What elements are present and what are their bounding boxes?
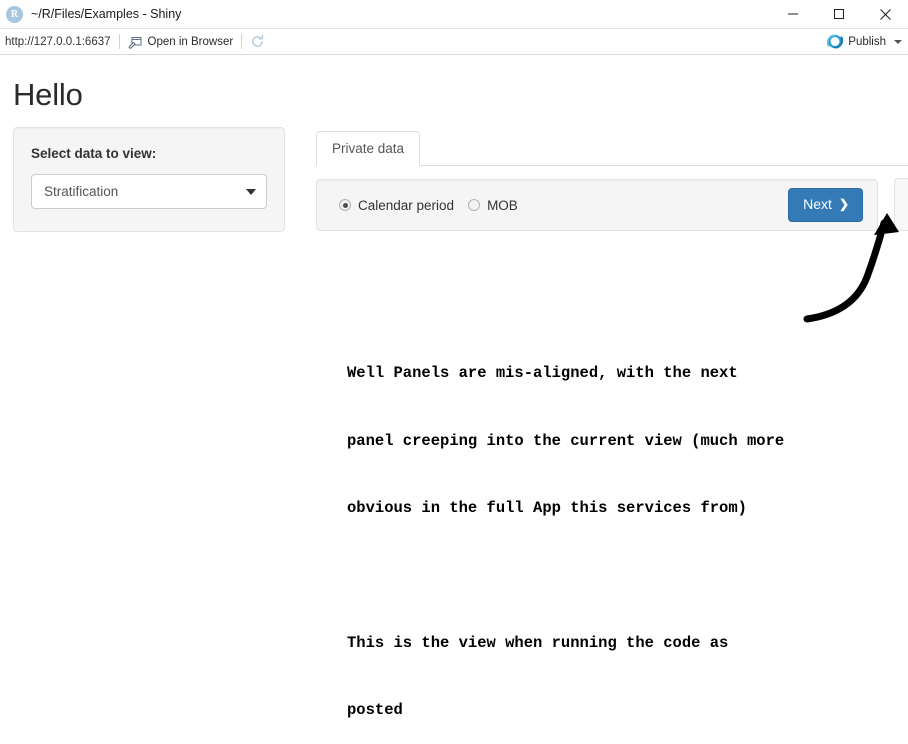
radio-mob-dot[interactable] <box>468 199 481 211</box>
chevron-right-icon: ❯ <box>838 197 849 212</box>
select-data-value: Stratification <box>44 184 119 199</box>
refresh-icon <box>252 34 264 47</box>
window-titlebar: R ~/R/Files/Examples - Shiny <box>0 0 908 29</box>
open-in-browser-label: Open in Browser <box>147 35 234 48</box>
main-panel: Private data Calendar period MOB Next ❯ <box>316 127 908 231</box>
annotation-p1-line2: panel creeping into the current view (mu… <box>347 431 785 450</box>
period-radio-group: Calendar period MOB <box>339 198 788 213</box>
publish-icon <box>827 34 844 49</box>
annotation-text-block: Well Panels are mis-aligned, with the ne… <box>347 317 784 744</box>
annotation-spacer <box>347 565 784 587</box>
window-title: ~/R/Files/Examples - Shiny <box>31 7 182 21</box>
open-in-browser-button[interactable]: Open in Browser <box>127 35 234 49</box>
radio-calendar-period-dot[interactable] <box>339 199 351 211</box>
annotation-p1-line3: obvious in the full App this services fr… <box>347 499 747 517</box>
close-button[interactable] <box>862 0 908 28</box>
caret-down-icon <box>246 188 256 195</box>
app-row: Select data to view: Stratification Priv… <box>0 127 908 232</box>
radio-calendar-period[interactable]: Calendar period <box>339 198 454 213</box>
tab-bar: Private data <box>316 127 908 166</box>
r-logo-icon: R <box>6 5 23 23</box>
sidebar-panel: Select data to view: Stratification <box>13 127 285 232</box>
window-controls <box>770 0 908 28</box>
url-display[interactable]: http://127.0.0.1:6637 <box>5 36 111 48</box>
minimize-button[interactable] <box>770 0 816 28</box>
annotation-p2-line2: posted <box>347 701 403 719</box>
radio-mob[interactable]: MOB <box>468 198 518 213</box>
next-button-label: Next <box>803 196 832 213</box>
select-data-dropdown[interactable]: Stratification <box>31 174 267 209</box>
external-window-icon <box>127 36 142 49</box>
radio-mob-label: MOB <box>487 197 518 213</box>
publish-control[interactable]: Publish <box>827 29 902 54</box>
next-button[interactable]: Next ❯ <box>788 188 863 222</box>
toolbar-divider-1 <box>118 34 120 49</box>
annotation-p2-line1: This is the view when running the code a… <box>347 633 729 652</box>
annotation-p1-line1: Well Panels are mis-aligned, with the ne… <box>347 364 738 382</box>
maximize-button[interactable] <box>816 0 862 28</box>
shiny-app-body: Hello Select data to view: Stratificatio… <box>0 77 908 232</box>
well-panel-current: Calendar period MOB Next ❯ <box>316 179 878 231</box>
select-data-label: Select data to view: <box>31 146 157 161</box>
refresh-button[interactable] <box>250 34 265 49</box>
page-title: Hello <box>13 77 83 112</box>
close-icon <box>879 8 891 20</box>
viewer-toolbar: http://127.0.0.1:6637 Open in Browser Pu… <box>0 29 908 55</box>
minimize-icon <box>788 13 798 15</box>
radio-calendar-period-label: Calendar period <box>358 197 455 213</box>
chevron-down-icon[interactable] <box>894 39 902 44</box>
maximize-icon <box>834 9 844 19</box>
tab-private-data[interactable]: Private data <box>316 130 421 166</box>
well-panel-next-creeping <box>894 178 908 231</box>
publish-label: Publish <box>848 35 886 48</box>
tab-private-data-label: Private data <box>332 140 405 156</box>
toolbar-divider-2 <box>241 34 243 49</box>
